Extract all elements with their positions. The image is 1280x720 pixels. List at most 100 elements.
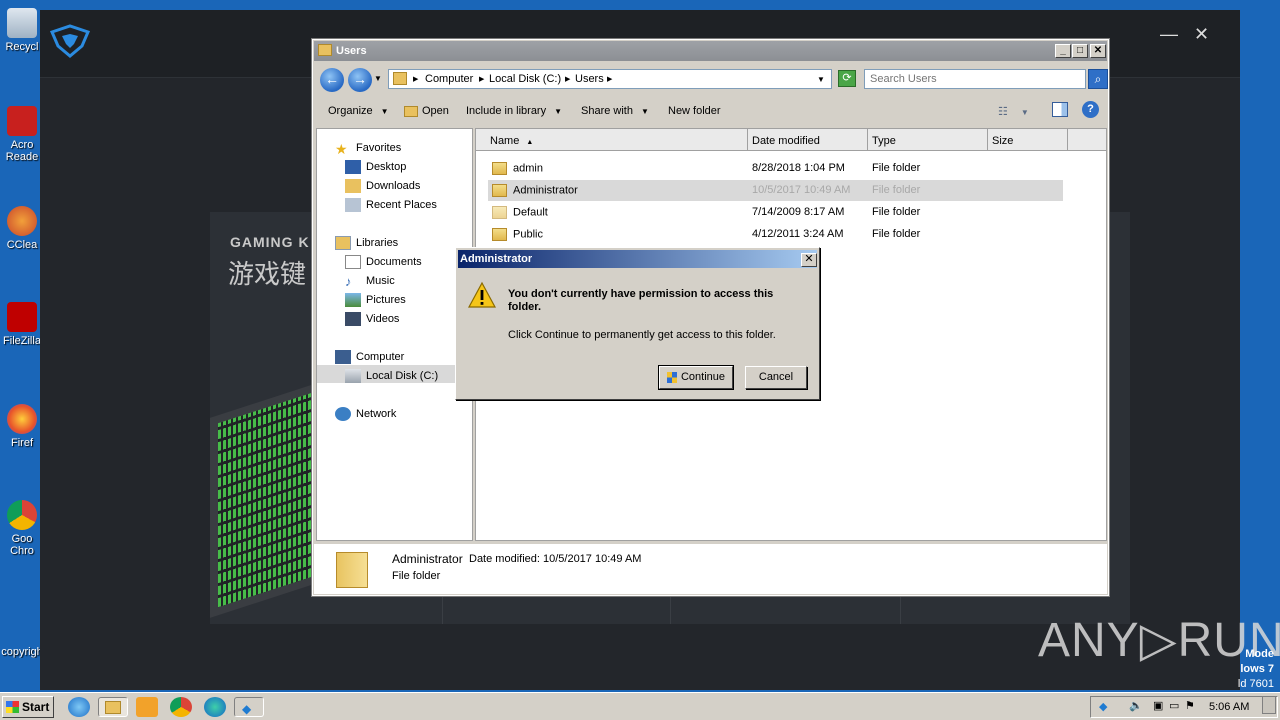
recent-places-icon [345,198,361,212]
folder-icon [105,701,121,714]
taskbar-clock[interactable]: 5:06 AM [1209,701,1249,713]
nav-libraries[interactable]: Libraries [335,236,398,250]
nav-local-disk[interactable]: Local Disk (C:) [345,369,438,383]
sort-ascending-icon: ▲ [526,139,534,146]
explorer-titlebar[interactable]: Users _ □ ✕ [314,41,1107,61]
share-with-menu[interactable]: Share with ▼ [581,105,649,117]
desktop-corner-text-3: ld 7601 [1237,678,1274,690]
windows-logo-icon [6,701,19,713]
file-explorer-taskbar-button[interactable] [98,697,128,717]
show-desktop-button[interactable] [1262,696,1276,714]
search-input[interactable] [865,70,1065,88]
desktop-icon-filezilla[interactable]: FileZilla [0,302,44,347]
desktop-icon-label: copyrigh [1,646,43,658]
help-icon[interactable]: ? [1082,101,1099,118]
continue-button[interactable]: Continue [658,365,734,390]
volume-icon[interactable]: 🔈 [1129,699,1143,712]
gaming-app-taskbar-button[interactable]: ◆ [234,697,264,717]
pictures-icon [345,293,361,307]
recent-pages-dropdown[interactable]: ▼ [374,74,382,83]
view-options-icon[interactable]: ☷ ▼ [998,105,1029,118]
warning-icon [467,281,497,308]
folder-icon [492,184,507,197]
chrome-icon[interactable] [170,697,192,717]
network-tray-icon[interactable]: ◆ [1099,700,1107,713]
desktop-icon-ccleaner[interactable]: CClea [0,206,44,251]
new-folder-button[interactable]: New folder [668,105,721,117]
column-header-date[interactable]: Date modified [748,129,868,151]
dialog-titlebar[interactable]: Administrator ✕ [458,250,817,268]
system-tray: ◆ 🔈 ▣ ▭ ⚑ [1090,696,1278,718]
network-icon [335,407,351,421]
app-logo-icon [49,24,91,58]
close-button[interactable]: ✕ [1090,44,1106,58]
nav-computer[interactable]: Computer [335,350,404,364]
nav-videos[interactable]: Videos [345,312,399,326]
breadcrumb-computer[interactable]: Computer [425,73,473,85]
table-row[interactable]: Public 4/12/2011 3:24 AM File folder [488,224,1063,245]
column-header-size[interactable]: Size [988,129,1068,151]
maximize-button[interactable]: □ [1072,44,1088,58]
table-row-selected[interactable]: Administrator 10/5/2017 10:49 AM File fo… [488,180,1063,201]
desktop-icon-firefox[interactable]: Firef [0,404,44,449]
app-minimize-button[interactable]: — [1160,24,1178,45]
app-heading-cn: 游戏键 [228,259,307,289]
folder-icon [492,206,507,219]
chrome-icon [7,500,37,530]
nav-network[interactable]: Network [335,407,396,421]
breadcrumb-separator[interactable]: ▶ [479,75,484,83]
desktop-icon-label: Goo Chro [10,533,34,557]
star-icon: ★ [335,141,348,157]
search-box[interactable] [864,69,1086,89]
back-button[interactable]: ← [320,68,344,92]
desktop-icon-chrome[interactable]: Goo Chro [0,500,44,557]
network-status-icon[interactable]: ▣ [1153,699,1163,712]
desktop-icon-acrobat[interactable]: Acro Reade [0,106,44,163]
breadcrumb-separator[interactable]: ▶ [565,75,570,83]
music-icon: ♪ [345,274,352,289]
app-close-button[interactable]: ✕ [1194,24,1209,45]
dialog-close-button[interactable]: ✕ [801,253,817,267]
desktop-icon-recycle-bin[interactable]: Recycl [0,8,44,53]
nav-recent-places[interactable]: Recent Places [345,198,437,212]
nav-documents[interactable]: Documents [345,255,422,269]
refresh-button[interactable]: ⟳ [838,70,856,87]
search-button[interactable]: ⌕ [1088,69,1108,89]
column-header-name[interactable]: Name ▲ [476,129,748,151]
breadcrumb-separator[interactable]: ▶ [607,75,612,83]
open-button[interactable]: Open [404,105,449,117]
nav-downloads[interactable]: Downloads [345,179,420,193]
nav-pictures[interactable]: Pictures [345,293,406,307]
open-icon [404,105,418,117]
address-bar[interactable]: ▶ Computer ▶ Local Disk (C:) ▶ Users ▶ ▼ [388,69,832,89]
column-header-type[interactable]: Type [868,129,988,151]
permission-dialog: Administrator ✕ You don't currently have… [455,247,820,400]
nav-desktop[interactable]: Desktop [345,160,406,174]
app-logo-icon: ◆ [242,702,252,716]
preview-pane-icon[interactable] [1052,102,1068,117]
details-modified: Date modified: 10/5/2017 10:49 AM [469,553,642,565]
internet-explorer-icon[interactable] [68,697,90,717]
address-bar-row: ← → ▼ ▶ Computer ▶ Local Disk (C:) ▶ Use… [316,65,1108,93]
nav-favorites[interactable]: ★ Favorites [335,141,401,157]
include-in-library-menu[interactable]: Include in library ▼ [466,105,562,117]
start-button[interactable]: Start [2,696,54,718]
table-row[interactable]: admin 8/28/2018 1:04 PM File folder [488,158,1063,179]
downloads-icon [345,179,361,193]
monitor-icon[interactable]: ▭ [1169,699,1179,712]
breadcrumb-users[interactable]: Users [575,73,604,85]
app-heading: GAMING K [230,234,310,250]
organize-menu[interactable]: Organize ▼ [328,105,389,117]
address-dropdown[interactable]: ▼ [817,75,825,84]
forward-button[interactable]: → [348,68,372,92]
breadcrumb-local-disk[interactable]: Local Disk (C:) [489,73,561,85]
ccleaner-icon [7,206,37,236]
breadcrumb-separator[interactable]: ▶ [413,75,418,83]
media-player-icon[interactable] [136,697,158,717]
table-row[interactable]: Default 7/14/2009 8:17 AM File folder [488,202,1063,223]
minimize-button[interactable]: _ [1055,44,1071,58]
action-center-flag-icon[interactable]: ⚑ [1185,699,1195,712]
nav-music[interactable]: ♪ Music [345,274,395,289]
edge-icon[interactable] [204,697,226,717]
cancel-button[interactable]: Cancel [745,366,807,389]
